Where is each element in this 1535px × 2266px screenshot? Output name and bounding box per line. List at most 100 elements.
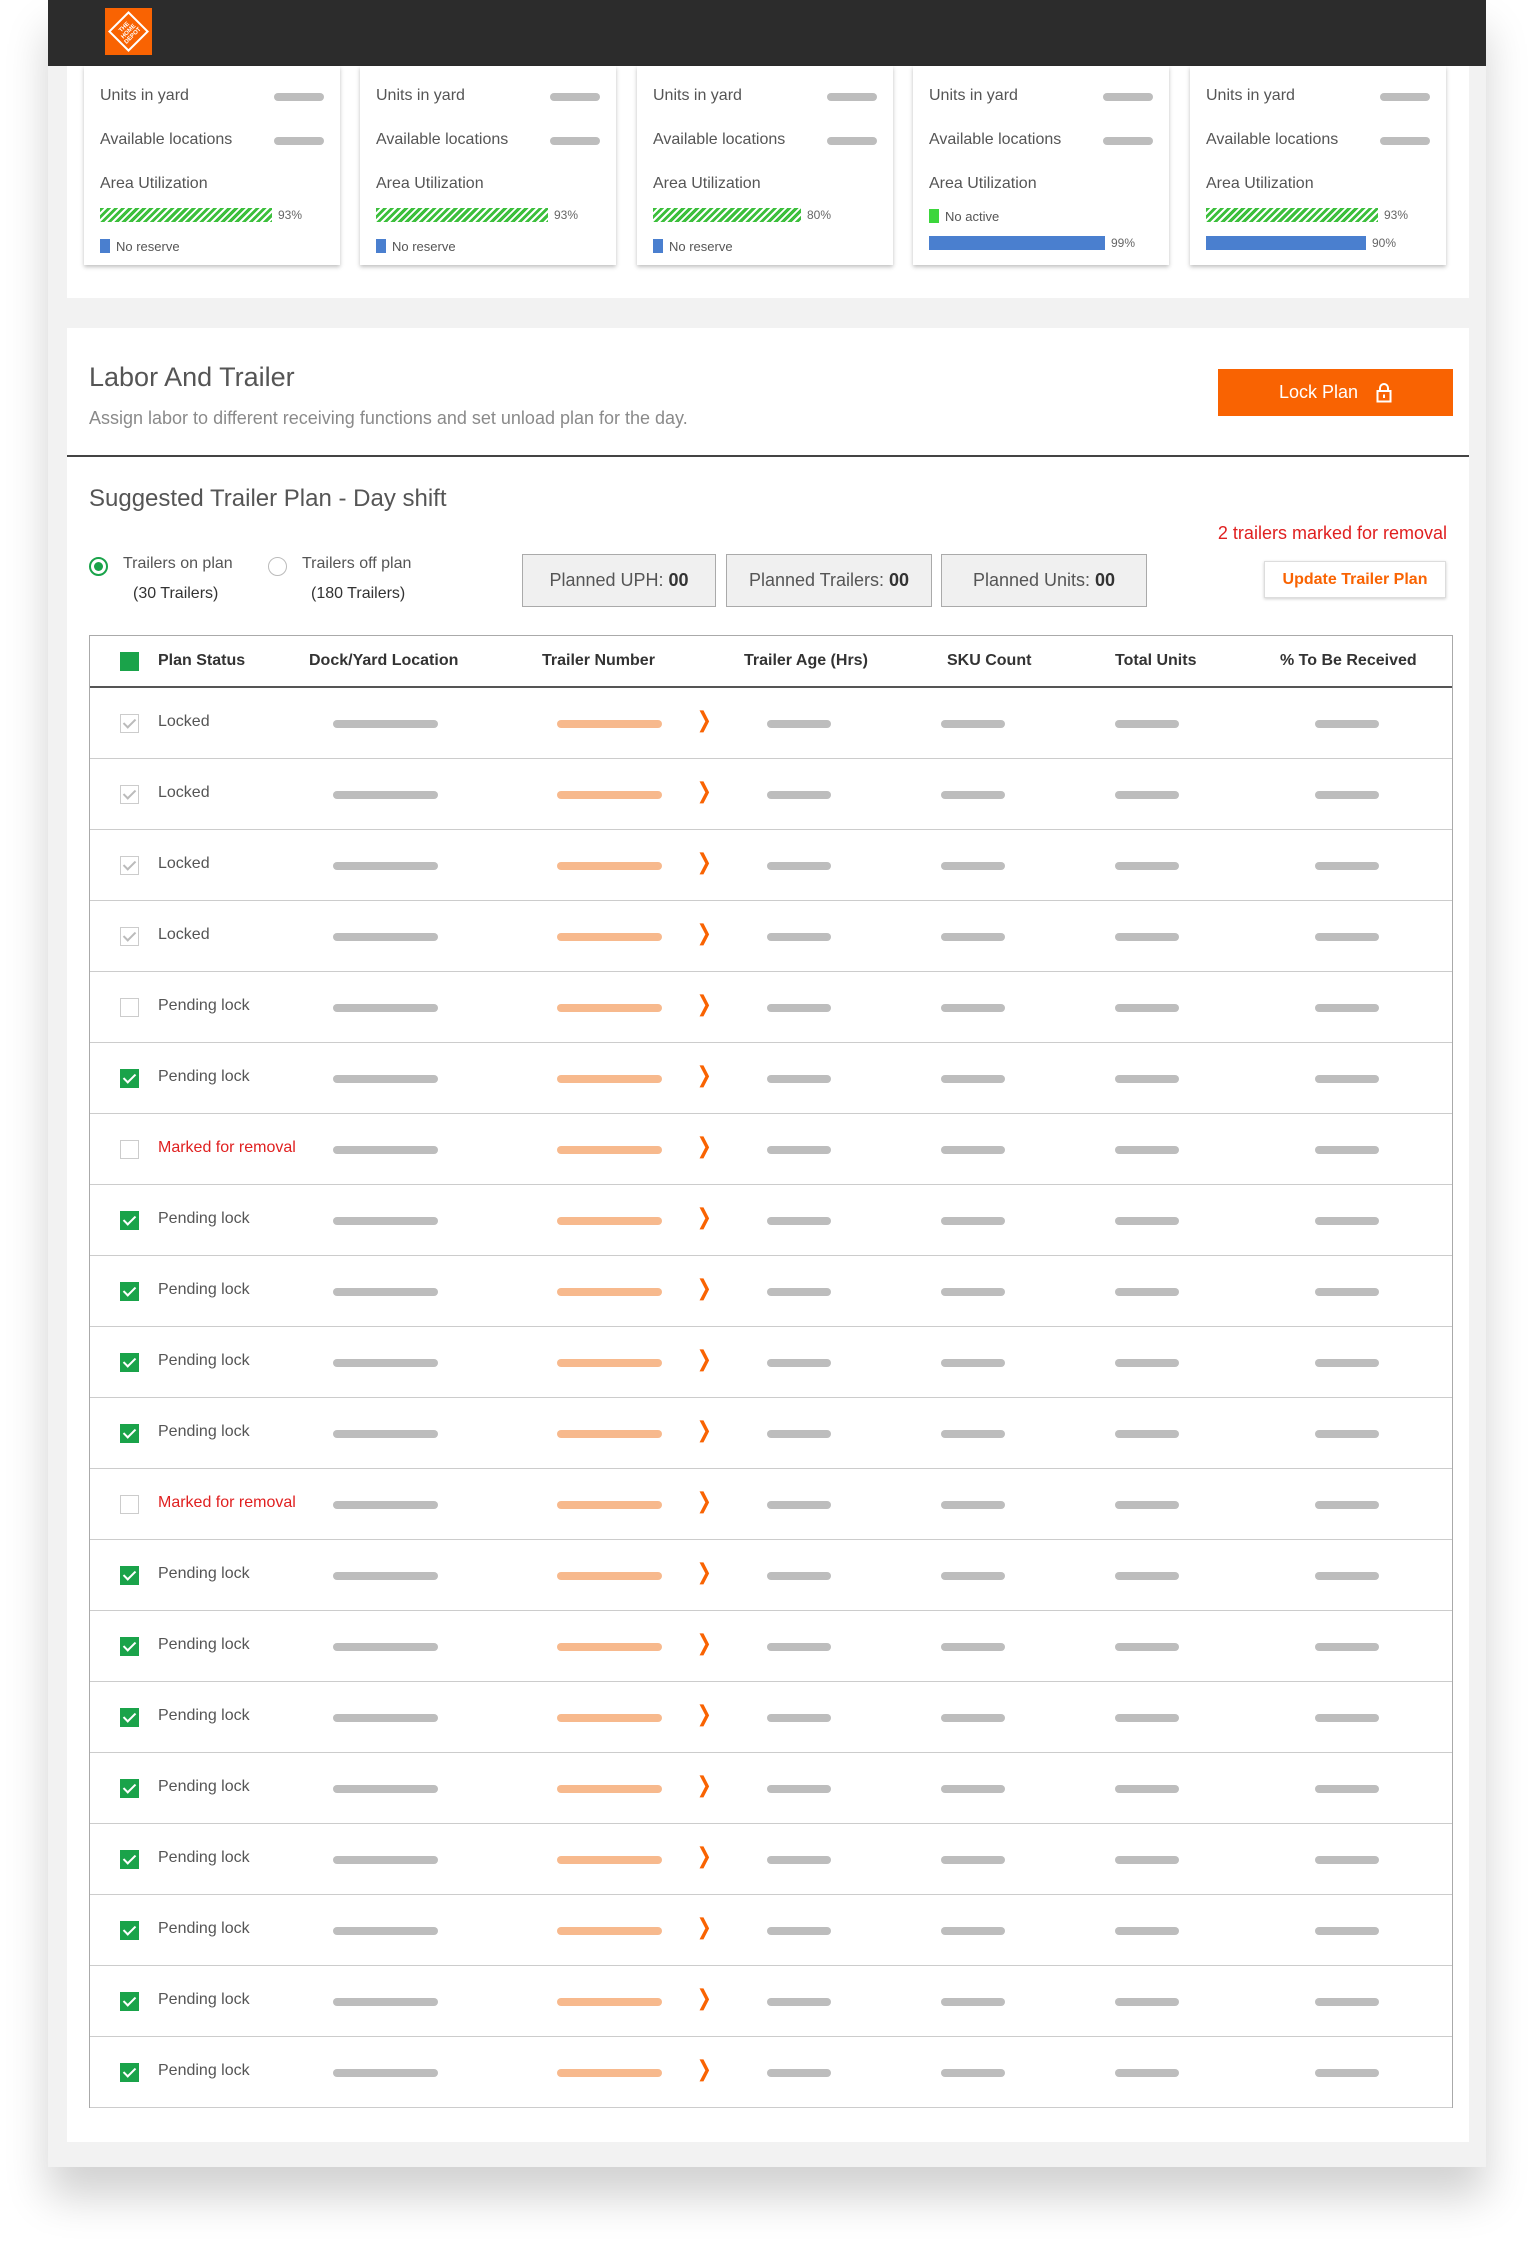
col-trailer-age[interactable]: Trailer Age (Hrs) <box>744 652 868 670</box>
trailer-number-link[interactable] <box>557 1643 662 1651</box>
table-row[interactable]: Pending lock ❯ <box>90 2037 1452 2108</box>
trailer-number-link[interactable] <box>557 791 662 799</box>
chevron-right-icon[interactable]: ❯ <box>697 1914 712 1940</box>
row-checkbox[interactable] <box>120 1069 139 1088</box>
row-checkbox[interactable] <box>120 1211 139 1230</box>
row-checkbox[interactable] <box>120 1353 139 1372</box>
app-frame: THE HOME DEPOT Units in yard Available lo… <box>48 0 1486 2167</box>
chevron-right-icon[interactable]: ❯ <box>697 849 712 875</box>
trailer-number-link[interactable] <box>557 2069 662 2077</box>
trailer-number-link[interactable] <box>557 1856 662 1864</box>
trailer-number-link[interactable] <box>557 933 662 941</box>
chevron-right-icon[interactable]: ❯ <box>697 778 712 804</box>
chevron-right-icon[interactable]: ❯ <box>697 1133 712 1159</box>
table-row[interactable]: Pending lock ❯ <box>90 1540 1452 1611</box>
row-checkbox[interactable] <box>120 2063 139 2082</box>
chevron-right-icon[interactable]: ❯ <box>697 1701 712 1727</box>
row-checkbox[interactable] <box>120 1424 139 1443</box>
home-depot-logo[interactable]: THE HOME DEPOT <box>105 8 152 55</box>
table-row[interactable]: Pending lock ❯ <box>90 1824 1452 1895</box>
chevron-right-icon[interactable]: ❯ <box>697 1275 712 1301</box>
chevron-right-icon[interactable]: ❯ <box>697 1559 712 1585</box>
row-checkbox[interactable] <box>120 998 139 1017</box>
trailer-number-link[interactable] <box>557 720 662 728</box>
chevron-right-icon[interactable]: ❯ <box>697 1985 712 2011</box>
trailer-number-link[interactable] <box>557 1572 662 1580</box>
table-row[interactable]: Pending lock ❯ <box>90 1327 1452 1398</box>
planned-uph-value: 00 <box>668 570 689 590</box>
chevron-right-icon[interactable]: ❯ <box>697 707 712 733</box>
table-row[interactable]: Pending lock ❯ <box>90 1611 1452 1682</box>
row-checkbox[interactable] <box>120 1992 139 2011</box>
table-row[interactable]: Marked for removal ❯ <box>90 1469 1452 1540</box>
chevron-right-icon[interactable]: ❯ <box>697 1417 712 1443</box>
col-total-units[interactable]: Total Units <box>1115 652 1196 670</box>
trailer-number-link[interactable] <box>557 1288 662 1296</box>
row-checkbox[interactable] <box>120 1566 139 1585</box>
row-checkbox[interactable] <box>120 927 139 946</box>
trailer-number-link[interactable] <box>557 1998 662 2006</box>
trailer-number-link[interactable] <box>557 1714 662 1722</box>
chevron-right-icon[interactable]: ❯ <box>697 1843 712 1869</box>
total-units-value <box>1115 1714 1179 1722</box>
select-all-checkbox[interactable] <box>120 652 139 671</box>
trailer-number-link[interactable] <box>557 1217 662 1225</box>
trailer-number-link[interactable] <box>557 1075 662 1083</box>
table-row[interactable]: Locked ❯ <box>90 830 1452 901</box>
col-dock-yard-location[interactable]: Dock/Yard Location <box>309 652 458 670</box>
table-row[interactable]: Pending lock ❯ <box>90 1682 1452 1753</box>
trailer-number-link[interactable] <box>557 1004 662 1012</box>
table-row[interactable]: Locked ❯ <box>90 759 1452 830</box>
section-subtitle: Assign labor to different receiving func… <box>89 408 688 428</box>
chevron-right-icon[interactable]: ❯ <box>697 1630 712 1656</box>
chevron-right-icon[interactable]: ❯ <box>697 1772 712 1798</box>
lock-plan-button[interactable]: Lock Plan <box>1218 369 1453 416</box>
col-trailer-number[interactable]: Trailer Number <box>542 652 655 670</box>
table-row[interactable]: Locked ❯ <box>90 688 1452 759</box>
chevron-right-icon[interactable]: ❯ <box>697 1204 712 1230</box>
row-checkbox[interactable] <box>120 785 139 804</box>
area-utilization-bar <box>1206 208 1378 222</box>
row-checkbox[interactable] <box>120 856 139 875</box>
trailer-number-link[interactable] <box>557 1359 662 1367</box>
table-row[interactable]: Locked ❯ <box>90 901 1452 972</box>
chevron-right-icon[interactable]: ❯ <box>697 1062 712 1088</box>
row-checkbox[interactable] <box>120 1637 139 1656</box>
trailers-on-plan-radio[interactable] <box>89 557 108 576</box>
col-pct-to-be-received[interactable]: % To Be Received <box>1280 652 1417 670</box>
row-checkbox[interactable] <box>120 714 139 733</box>
row-checkbox[interactable] <box>120 1140 139 1159</box>
trailer-number-link[interactable] <box>557 1785 662 1793</box>
trailer-number-link[interactable] <box>557 1146 662 1154</box>
chevron-right-icon[interactable]: ❯ <box>697 1346 712 1372</box>
col-plan-status[interactable]: Plan Status <box>158 652 245 670</box>
table-row[interactable]: Pending lock ❯ <box>90 972 1452 1043</box>
chevron-right-icon[interactable]: ❯ <box>697 2056 712 2082</box>
table-row[interactable]: Pending lock ❯ <box>90 1043 1452 1114</box>
table-row[interactable]: Pending lock ❯ <box>90 1895 1452 1966</box>
table-row[interactable]: Marked for removal ❯ <box>90 1114 1452 1185</box>
row-checkbox[interactable] <box>120 1282 139 1301</box>
table-row[interactable]: Pending lock ❯ <box>90 1398 1452 1469</box>
trailer-number-link[interactable] <box>557 1430 662 1438</box>
chevron-right-icon[interactable]: ❯ <box>697 1488 712 1514</box>
row-checkbox[interactable] <box>120 1921 139 1940</box>
trailer-number-link[interactable] <box>557 1501 662 1509</box>
trailer-number-link[interactable] <box>557 1927 662 1935</box>
plan-title: Suggested Trailer Plan - Day shift <box>89 485 447 512</box>
plan-status: Marked for removal <box>158 1139 296 1156</box>
row-checkbox[interactable] <box>120 1708 139 1727</box>
chevron-right-icon[interactable]: ❯ <box>697 991 712 1017</box>
row-checkbox[interactable] <box>120 1850 139 1869</box>
trailer-number-link[interactable] <box>557 862 662 870</box>
col-sku-count[interactable]: SKU Count <box>947 652 1031 670</box>
chevron-right-icon[interactable]: ❯ <box>697 920 712 946</box>
table-row[interactable]: Pending lock ❯ <box>90 1966 1452 2037</box>
row-checkbox[interactable] <box>120 1779 139 1798</box>
table-row[interactable]: Pending lock ❯ <box>90 1753 1452 1824</box>
trailers-off-plan-radio[interactable] <box>268 557 287 576</box>
table-row[interactable]: Pending lock ❯ <box>90 1185 1452 1256</box>
row-checkbox[interactable] <box>120 1495 139 1514</box>
table-row[interactable]: Pending lock ❯ <box>90 1256 1452 1327</box>
update-trailer-plan-button[interactable]: Update Trailer Plan <box>1264 561 1446 598</box>
